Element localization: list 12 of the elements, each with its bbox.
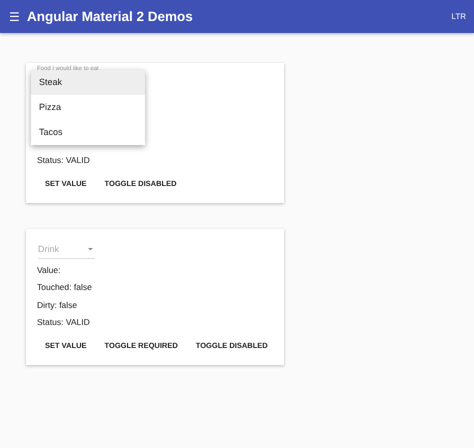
menu-option[interactable]: Pizza <box>31 95 145 120</box>
caret-icon <box>88 248 93 250</box>
direction-button[interactable]: LTR <box>451 12 466 21</box>
status-text: Touched: false <box>37 281 93 294</box>
status-text: Value: <box>37 264 62 276</box>
menu-button[interactable]: ☰ <box>9 10 20 22</box>
menu-option[interactable]: Tacos <box>31 120 145 145</box>
status-text: Dirty: false <box>37 298 78 312</box>
status-text: Status: VALID <box>37 316 91 329</box>
status-text: Status: VALID <box>37 154 91 167</box>
menu-option[interactable]: Steak <box>31 70 145 95</box>
app-title: Angular Material 2 Demos <box>27 9 194 24</box>
